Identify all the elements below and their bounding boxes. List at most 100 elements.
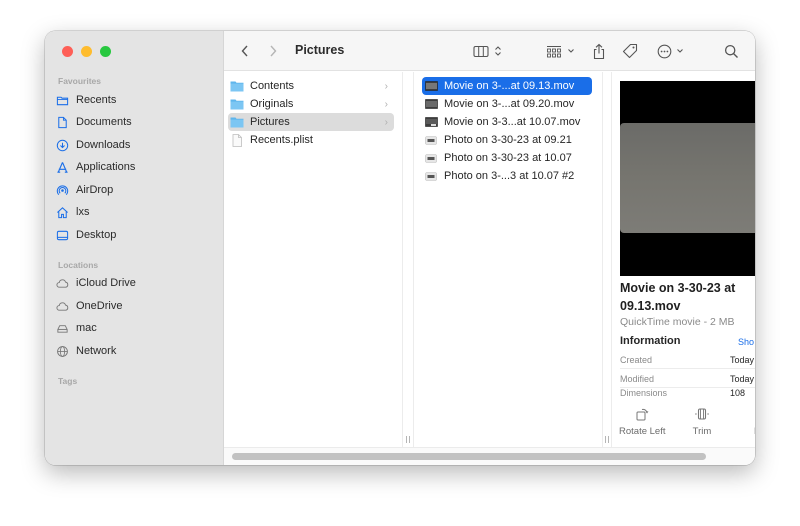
- movie-preview-thumbnail[interactable]: [620, 81, 755, 276]
- toolbar: Pictures: [224, 31, 755, 71]
- column-1: Contents › Originals › Pictures › Recent…: [224, 72, 402, 447]
- sidebar-item-desktop[interactable]: Desktop: [55, 225, 215, 245]
- finder-window: Favourites Recents Documents Downloads A…: [45, 31, 755, 465]
- minimize-button[interactable]: [81, 46, 92, 57]
- tag-button[interactable]: [621, 41, 639, 61]
- sidebar-item-icloud-drive[interactable]: iCloud Drive: [55, 273, 215, 293]
- movie-thumbnail-icon: [424, 116, 438, 128]
- photo-thumbnail-icon: [424, 152, 438, 164]
- info-label: Modified: [620, 373, 655, 384]
- info-label: Dimensions: [620, 388, 668, 398]
- share-icon: [593, 43, 605, 59]
- chevron-right-icon: ›: [384, 80, 388, 92]
- home-icon: [55, 205, 69, 219]
- forward-button[interactable]: [264, 41, 282, 61]
- sidebar-item-airdrop[interactable]: AirDrop: [55, 180, 215, 200]
- sidebar-item-label: mac: [76, 322, 97, 334]
- sidebar-item-onedrive[interactable]: OneDrive: [55, 296, 215, 316]
- sidebar-item-label: OneDrive: [76, 300, 123, 312]
- more-actions-button[interactable]: [654, 41, 686, 61]
- search-button[interactable]: [721, 41, 741, 61]
- info-row-created: Created Today: [620, 351, 755, 369]
- horizontal-scrollbar[interactable]: [224, 447, 755, 465]
- rotate-left-button[interactable]: Rotate Left: [619, 406, 665, 437]
- photo-thumbnail-icon: [424, 170, 438, 182]
- list-item-photo-1007-2[interactable]: Photo on 3-...3 at 10.07 #2: [422, 167, 592, 185]
- sidebar-item-label: AirDrop: [76, 184, 114, 196]
- share-button[interactable]: [590, 41, 608, 61]
- info-value: Today: [730, 354, 755, 365]
- scrollbar-thumb[interactable]: [232, 453, 706, 460]
- sidebar-item-applications[interactable]: Applications: [55, 157, 215, 177]
- zoom-button[interactable]: [100, 46, 111, 57]
- folder-icon: [230, 98, 244, 110]
- sidebar-item-downloads[interactable]: Downloads: [55, 135, 215, 155]
- rotate-left-icon: [636, 408, 649, 421]
- item-name: Contents: [250, 80, 295, 92]
- info-row-modified: Modified Today: [620, 370, 755, 388]
- item-name: Recents.plist: [250, 134, 313, 146]
- info-label: Created: [620, 354, 653, 365]
- item-name: Originals: [250, 98, 294, 110]
- sidebar-item-documents[interactable]: Documents: [55, 112, 215, 132]
- info-value: Today: [730, 373, 755, 384]
- list-item-recents-plist[interactable]: Recents.plist: [228, 131, 394, 149]
- folder-icon: [230, 80, 244, 92]
- folder-icon: [230, 116, 244, 128]
- info-row-dimensions: Dimensions 108: [620, 388, 755, 398]
- cloud-icon: [55, 299, 69, 313]
- action-label: M: [754, 426, 755, 437]
- sidebar-item-label: Documents: [76, 116, 132, 128]
- list-item-movie-1007[interactable]: Movie on 3-3...at 10.07.mov: [422, 113, 592, 131]
- close-button[interactable]: [62, 46, 73, 57]
- sidebar-item-recents[interactable]: Recents: [55, 90, 215, 110]
- sidebar-item-label: Desktop: [76, 229, 117, 241]
- group-grid-icon: [546, 45, 561, 57]
- more-action-button[interactable]: M: [750, 406, 755, 437]
- search-icon: [724, 44, 738, 58]
- action-label: Trim: [692, 426, 712, 437]
- list-item-pictures[interactable]: Pictures ›: [228, 113, 394, 131]
- movie-thumbnail-icon: [424, 80, 438, 92]
- applications-icon: [55, 160, 69, 174]
- column-resize-handle[interactable]: [402, 72, 414, 447]
- list-item-movie-0920[interactable]: Movie on 3-...at 09.20.mov: [422, 95, 592, 113]
- sidebar-item-network[interactable]: Network: [55, 341, 215, 361]
- back-button[interactable]: [236, 41, 254, 61]
- sidebar-section-tags: Tags: [58, 376, 78, 386]
- preview-pane: Movie on 3-30-23 at 09.13.mov QuickTime …: [612, 72, 755, 447]
- list-item-originals[interactable]: Originals ›: [228, 95, 394, 113]
- column-2: Movie on 3-...at 09.13.mov Movie on 3-..…: [414, 72, 602, 447]
- columns-view-icon: [472, 45, 489, 57]
- information-heading: Information: [620, 335, 681, 347]
- chevron-left-icon: [241, 45, 248, 57]
- sidebar-item-label: Applications: [76, 161, 136, 173]
- trim-button[interactable]: Trim: [692, 406, 712, 437]
- sidebar-section-favourites: Favourites: [58, 76, 101, 86]
- list-item-photo-1007[interactable]: Photo on 3-30-23 at 10.07: [422, 149, 592, 167]
- item-name: Movie on 3-...at 09.13.mov: [444, 80, 575, 92]
- list-item-photo-0921[interactable]: Photo on 3-30-23 at 09.21: [422, 131, 592, 149]
- list-item-contents[interactable]: Contents ›: [228, 77, 394, 95]
- column-resize-handle[interactable]: [602, 72, 612, 447]
- group-button[interactable]: [544, 41, 576, 61]
- list-item-movie-0913[interactable]: Movie on 3-...at 09.13.mov: [422, 77, 592, 95]
- preview-file-name: Movie on 3-30-23 at 09.13.mov: [620, 281, 736, 313]
- clock-folder-icon: [55, 93, 69, 107]
- sidebar-item-label: iCloud Drive: [76, 277, 136, 289]
- document-icon: [55, 115, 69, 129]
- more-action-icon: [750, 406, 755, 422]
- chevron-right-icon: ›: [384, 116, 388, 128]
- trim-icon: [695, 408, 709, 420]
- sidebar-item-mac[interactable]: mac: [55, 318, 215, 338]
- action-label: Rotate Left: [619, 426, 666, 437]
- chevron-down-icon: [676, 49, 683, 53]
- show-more-link[interactable]: Sho: [738, 337, 754, 347]
- ellipsis-circle-icon: [657, 44, 671, 58]
- chevron-down-icon: [567, 49, 574, 53]
- view-mode-button[interactable]: [469, 41, 505, 61]
- sidebar-item-lxs[interactable]: lxs: [55, 202, 215, 222]
- photo-thumbnail-icon: [424, 134, 438, 146]
- sidebar-item-label: Network: [76, 345, 117, 357]
- preview-file-kind: QuickTime movie - 2 MB: [620, 316, 735, 328]
